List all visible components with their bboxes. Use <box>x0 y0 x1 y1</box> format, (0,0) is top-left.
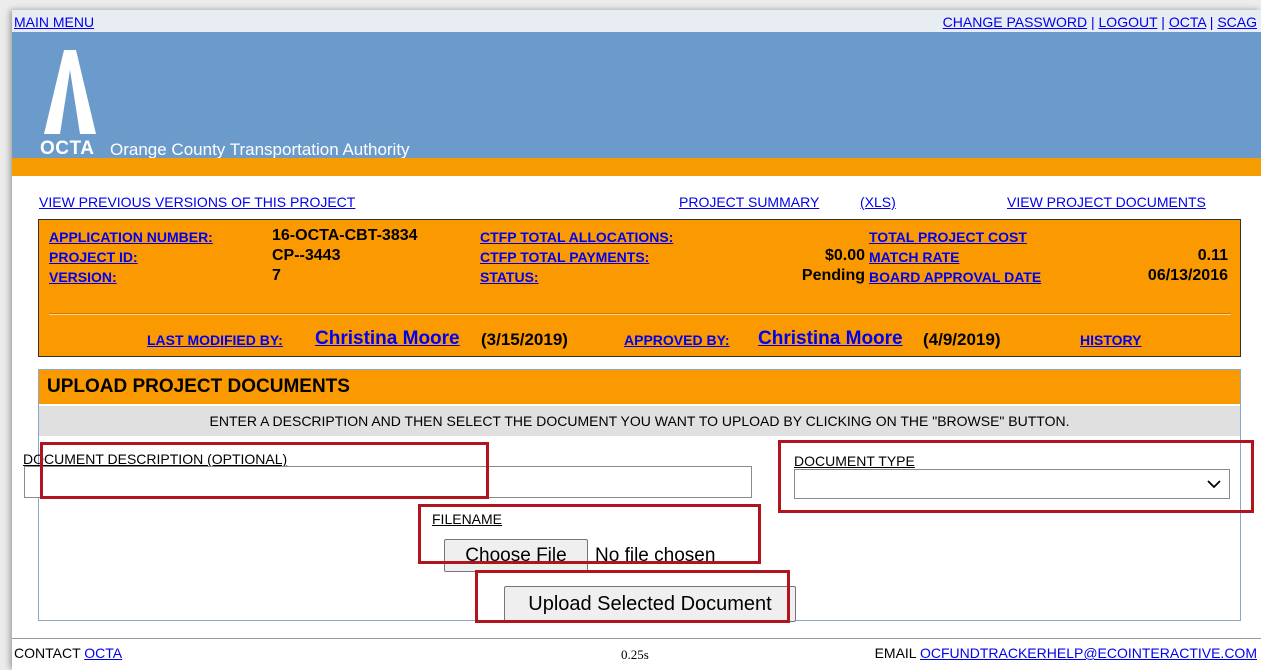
header-banner: OCTA Orange County Transportation Author… <box>12 32 1261 159</box>
view-previous-versions-link[interactable]: VIEW PREVIOUS VERSIONS OF THIS PROJECT <box>39 194 355 210</box>
scag-link[interactable]: SCAG <box>1217 14 1257 30</box>
divider <box>49 313 1231 315</box>
history-link[interactable]: HISTORY <box>1080 332 1141 348</box>
footer-email: EMAIL OCFUNDTRACKERHELP@ECOINTERACTIVE.C… <box>875 645 1257 661</box>
ctfp-payments-label: CTFP TOTAL PAYMENTS: <box>480 249 650 265</box>
separator: | <box>1209 14 1214 30</box>
road-logo-icon <box>44 50 96 134</box>
application-number-label: APPLICATION NUMBER: <box>49 229 213 245</box>
project-id-label: PROJECT ID: <box>49 249 138 265</box>
separator: | <box>1161 14 1165 30</box>
email-label: EMAIL <box>874 645 917 661</box>
match-rate-label: MATCH RATE <box>869 249 960 265</box>
page: MAIN MENU CHANGE PASSWORD | LOGOUT | OCT… <box>12 10 1261 670</box>
version-label: VERSION: <box>49 269 117 285</box>
approved-by-user-link[interactable]: Christina Moore <box>758 328 903 350</box>
match-rate-value: 0.11 <box>1197 247 1228 264</box>
highlight-box <box>418 504 761 564</box>
approved-by-label: APPROVED BY: <box>624 332 730 348</box>
total-project-cost-label: TOTAL PROJECT COST <box>869 229 1027 245</box>
org-name: Orange County Transportation Authority <box>110 140 410 159</box>
top-nav-bar: MAIN MENU CHANGE PASSWORD | LOGOUT | OCT… <box>12 10 1261 32</box>
view-project-documents-link[interactable]: VIEW PROJECT DOCUMENTS <box>1007 194 1206 210</box>
application-number-value: 16-OCTA-CBT-3834 <box>272 227 418 244</box>
upload-panel-header: UPLOAD PROJECT DOCUMENTS <box>39 370 1240 404</box>
highlight-box <box>40 442 489 499</box>
octa-link[interactable]: OCTA <box>1169 14 1206 30</box>
logout-link[interactable]: LOGOUT <box>1099 14 1158 30</box>
status-value: Pending <box>801 267 865 284</box>
logo-text: OCTA <box>40 138 95 159</box>
board-approval-date-value: 06/13/2016 <box>1147 267 1228 284</box>
project-id-value: CP--3443 <box>272 247 341 264</box>
last-modified-date: (3/15/2019) <box>481 330 568 349</box>
xls-link[interactable]: (XLS) <box>860 194 896 210</box>
contact-octa-link[interactable]: OCTA <box>84 645 122 661</box>
approved-date: (4/9/2019) <box>923 330 1001 349</box>
banner-stripe <box>12 158 1261 176</box>
main-menu-link[interactable]: MAIN MENU <box>14 14 94 30</box>
footer: CONTACT OCTA 0.25s EMAIL OCFUNDTRACKERHE… <box>12 638 1261 670</box>
highlight-box <box>475 570 790 623</box>
last-modified-label: LAST MODIFIED BY: <box>147 332 283 348</box>
ctfp-allocations-label: CTFP TOTAL ALLOCATIONS: <box>480 229 674 245</box>
ctfp-payments-value: $0.00 <box>824 247 865 264</box>
last-modified-user-link[interactable]: Christina Moore <box>315 328 460 350</box>
project-summary-link[interactable]: PROJECT SUMMARY <box>679 194 819 210</box>
email-link[interactable]: OCFUNDTRACKERHELP@ECOINTERACTIVE.COM <box>920 645 1257 661</box>
contact-label: CONTACT <box>14 645 81 661</box>
highlight-box <box>778 440 1254 513</box>
project-info-panel: APPLICATION NUMBER: 16-OCTA-CBT-3834 PRO… <box>38 219 1241 357</box>
board-approval-date-label: BOARD APPROVAL DATE <box>869 269 1042 285</box>
version-value: 7 <box>272 267 281 284</box>
upload-panel-title: UPLOAD PROJECT DOCUMENTS <box>47 376 350 397</box>
account-links: CHANGE PASSWORD | LOGOUT | OCTA | SCAG <box>943 14 1257 30</box>
change-password-link[interactable]: CHANGE PASSWORD <box>943 14 1087 30</box>
status-label: STATUS: <box>480 269 539 285</box>
footer-contact: CONTACT OCTA <box>14 645 122 661</box>
upload-instructions: ENTER A DESCRIPTION AND THEN SELECT THE … <box>39 406 1240 436</box>
page-timing: 0.25s <box>621 647 649 662</box>
separator: | <box>1090 14 1095 30</box>
